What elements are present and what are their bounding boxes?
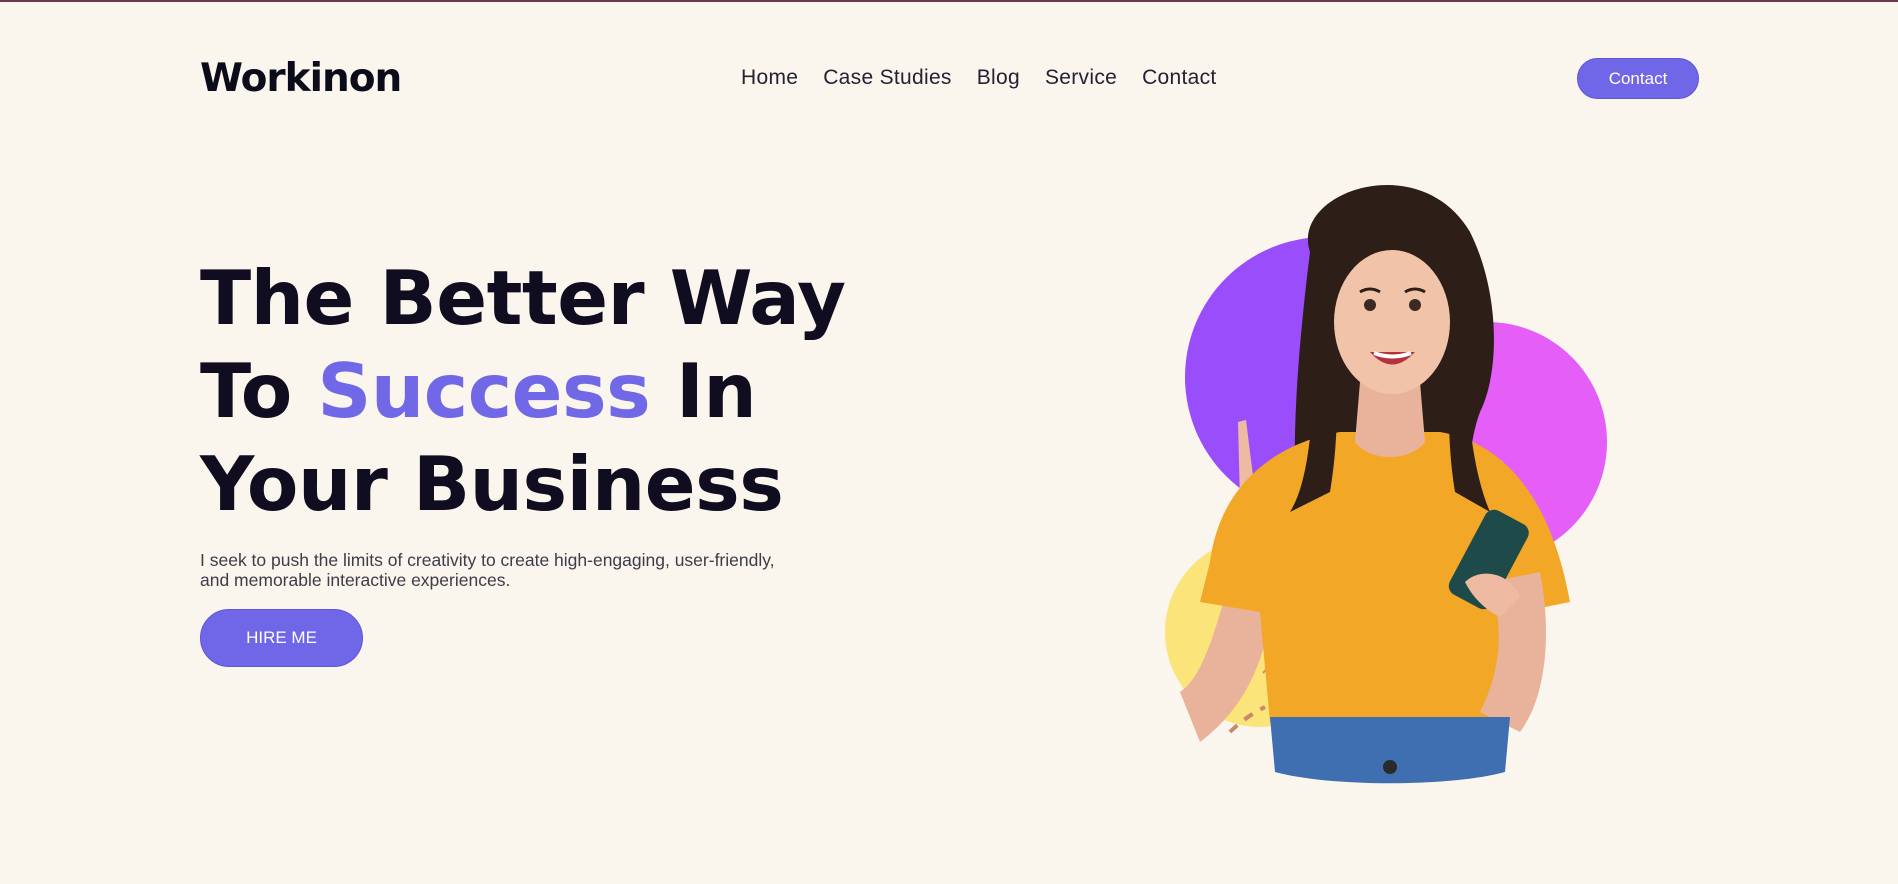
nav-item-service[interactable]: Service xyxy=(1045,66,1117,90)
hero-description: I seek to push the limits of creativity … xyxy=(200,550,840,590)
hero-title-line-2-post: In xyxy=(650,347,757,435)
hero-illustration xyxy=(1165,185,1607,784)
nav-item-case-studies[interactable]: Case Studies xyxy=(823,66,952,90)
brand-logo[interactable]: Workinon xyxy=(200,56,402,101)
hero-title-line-1: The Better Way xyxy=(200,254,846,342)
hero-title-line-2-pre: To xyxy=(200,347,318,435)
hero-title-line-3: Your Business xyxy=(200,440,784,528)
nav-item-contact[interactable]: Contact xyxy=(1142,66,1216,90)
hero-description-line-2: and memorable interactive experiences. xyxy=(200,570,511,590)
hero-description-line-1: I seek to push the limits of creativity … xyxy=(200,550,775,570)
main-nav: Home Case Studies Blog Service Contact xyxy=(741,66,1217,90)
contact-button[interactable]: Contact xyxy=(1577,58,1699,99)
nav-item-home[interactable]: Home xyxy=(741,66,798,90)
hero-title-accent: Success xyxy=(317,347,651,435)
nav-item-blog[interactable]: Blog xyxy=(977,66,1020,90)
hire-me-button[interactable]: HIRE ME xyxy=(200,609,363,667)
hero-title: The Better Way To Success In Your Busine… xyxy=(200,252,846,531)
